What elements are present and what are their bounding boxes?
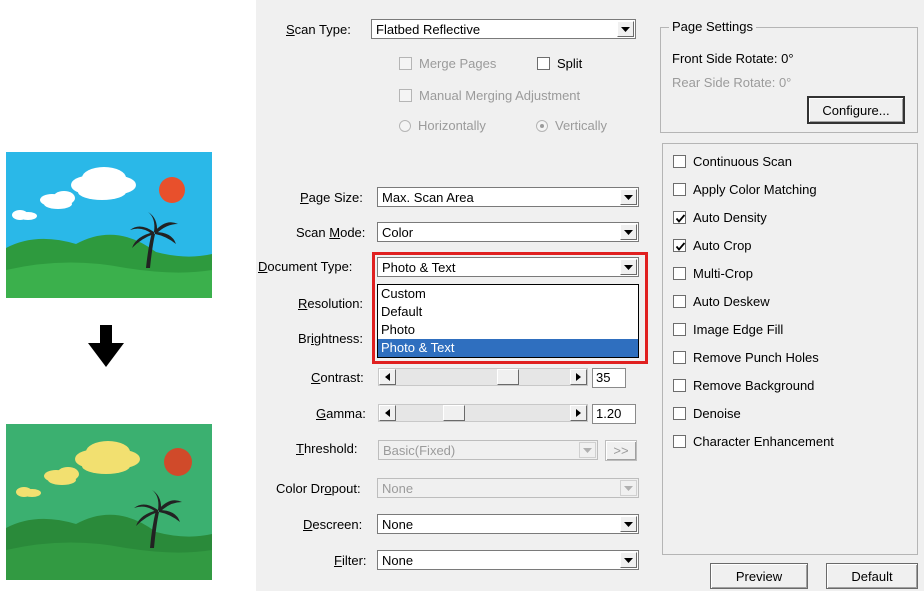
descreen-label: Descreen:: [303, 517, 363, 532]
arrow-left-icon[interactable]: [379, 405, 396, 421]
checkbox-box: [673, 351, 686, 364]
chevron-down-icon[interactable]: [620, 516, 637, 532]
option-label: Remove Punch Holes: [693, 350, 819, 365]
page-size-label: Page Size:: [300, 190, 363, 205]
radio-circle: [399, 119, 411, 132]
option-label: Remove Background: [693, 378, 815, 393]
contrast-slider[interactable]: [378, 368, 588, 386]
checkbox-box: [673, 155, 686, 168]
arrow-left-icon[interactable]: [379, 369, 396, 385]
option-label: Image Edge Fill: [693, 322, 784, 337]
color-dropout-select[interactable]: None: [377, 478, 639, 498]
option-checkbox-auto-density[interactable]: Auto Density: [673, 210, 767, 225]
chevron-down-icon[interactable]: [620, 224, 637, 240]
resolution-label: Resolution:: [298, 296, 364, 311]
configure-button[interactable]: Configure...: [807, 96, 905, 124]
scan-type-select[interactable]: Flatbed Reflective: [371, 19, 636, 39]
option-label: Denoise: [693, 406, 741, 421]
option-checkbox-remove-background[interactable]: Remove Background: [673, 378, 814, 393]
threshold-more-button[interactable]: >>: [605, 440, 637, 461]
document-type-label: Document Type:: [258, 259, 353, 274]
brightness-label: Brightness:: [298, 331, 364, 346]
scan-type-value: Flatbed Reflective: [376, 21, 481, 37]
preview-button[interactable]: Preview: [710, 563, 808, 589]
checkbox-box: [673, 267, 686, 280]
threshold-value: Basic(Fixed): [383, 442, 456, 458]
vertically-radio[interactable]: Vertically: [536, 118, 607, 133]
gamma-thumb[interactable]: [443, 405, 465, 421]
radio-circle: [536, 119, 548, 132]
default-button[interactable]: Default: [826, 563, 918, 589]
highlight-frame: [372, 252, 648, 364]
option-label: Character Enhancement: [693, 434, 834, 449]
chevron-down-icon[interactable]: [579, 442, 596, 458]
filter-select[interactable]: None: [377, 550, 639, 570]
checkbox-box: [673, 379, 686, 392]
page-size-select[interactable]: Max. Scan Area: [377, 187, 639, 207]
option-checkbox-apply-color-matching[interactable]: Apply Color Matching: [673, 182, 817, 197]
manual-merging-checkbox[interactable]: Manual Merging Adjustment: [399, 88, 580, 103]
chevron-down-icon[interactable]: [620, 480, 637, 496]
gamma-label: Gamma:: [316, 406, 366, 421]
scan-mode-select[interactable]: Color: [377, 222, 639, 242]
color-dropout-label: Color Dropout:: [276, 481, 361, 496]
illustration-after: [6, 424, 212, 580]
checkbox-box: [673, 295, 686, 308]
option-checkbox-multi-crop[interactable]: Multi-Crop: [673, 266, 753, 281]
option-checkbox-continuous-scan[interactable]: Continuous Scan: [673, 154, 792, 169]
illustration-before: [6, 152, 212, 298]
threshold-label: Threshold:: [296, 441, 358, 456]
filter-label: Filter:: [334, 553, 367, 568]
chevron-down-icon[interactable]: [617, 21, 634, 37]
checkmark-icon: [673, 211, 686, 224]
option-label: Auto Crop: [693, 238, 752, 253]
options-list: [662, 143, 918, 555]
option-label: Auto Deskew: [693, 294, 770, 309]
checkbox-box: [399, 89, 412, 102]
checkbox-box: [399, 57, 412, 70]
merge-pages-checkbox[interactable]: Merge Pages: [399, 56, 496, 71]
option-checkbox-auto-deskew[interactable]: Auto Deskew: [673, 294, 770, 309]
checkbox-box: [673, 407, 686, 420]
contrast-thumb[interactable]: [497, 369, 519, 385]
arrow-right-icon[interactable]: [570, 405, 587, 421]
option-label: Continuous Scan: [693, 154, 793, 169]
checkbox-box: [673, 183, 686, 196]
checkbox-box: [673, 435, 686, 448]
gamma-value[interactable]: 1.20: [592, 404, 636, 424]
scan-mode-value: Color: [382, 224, 414, 240]
arrow-down-icon: [86, 325, 126, 372]
page-size-value: Max. Scan Area: [382, 189, 474, 205]
page-settings-title: Page Settings: [669, 19, 756, 34]
rear-side-rotate: Rear Side Rotate: 0°: [672, 75, 792, 90]
contrast-value[interactable]: 35: [592, 368, 626, 388]
gamma-slider[interactable]: [378, 404, 588, 422]
horizontally-radio[interactable]: Horizontally: [399, 118, 486, 133]
option-checkbox-remove-punch-holes[interactable]: Remove Punch Holes: [673, 350, 819, 365]
chevron-down-icon[interactable]: [620, 552, 637, 568]
split-checkbox[interactable]: Split: [537, 56, 582, 71]
front-side-rotate: Front Side Rotate: 0°: [672, 51, 794, 66]
arrow-right-icon[interactable]: [570, 369, 587, 385]
scan-type-label: Scan Type:: [286, 22, 351, 37]
chevron-down-icon[interactable]: [620, 189, 637, 205]
checkbox-box: [673, 323, 686, 336]
option-label: Multi-Crop: [693, 266, 753, 281]
scan-mode-label: Scan Mode:: [296, 225, 366, 240]
descreen-select[interactable]: None: [377, 514, 639, 534]
option-checkbox-denoise[interactable]: Denoise: [673, 406, 741, 421]
color-dropout-value: None: [382, 480, 414, 496]
option-checkbox-auto-crop[interactable]: Auto Crop: [673, 238, 752, 253]
checkbox-box: [537, 57, 550, 70]
contrast-label: Contrast:: [311, 370, 364, 385]
option-checkbox-image-edge-fill[interactable]: Image Edge Fill: [673, 322, 783, 337]
descreen-value: None: [382, 516, 414, 532]
option-label: Apply Color Matching: [693, 182, 817, 197]
option-checkbox-character-enhancement[interactable]: Character Enhancement: [673, 434, 834, 449]
threshold-select[interactable]: Basic(Fixed): [378, 440, 598, 460]
checkmark-icon: [673, 239, 686, 252]
filter-value: None: [382, 552, 414, 568]
option-label: Auto Density: [693, 210, 767, 225]
